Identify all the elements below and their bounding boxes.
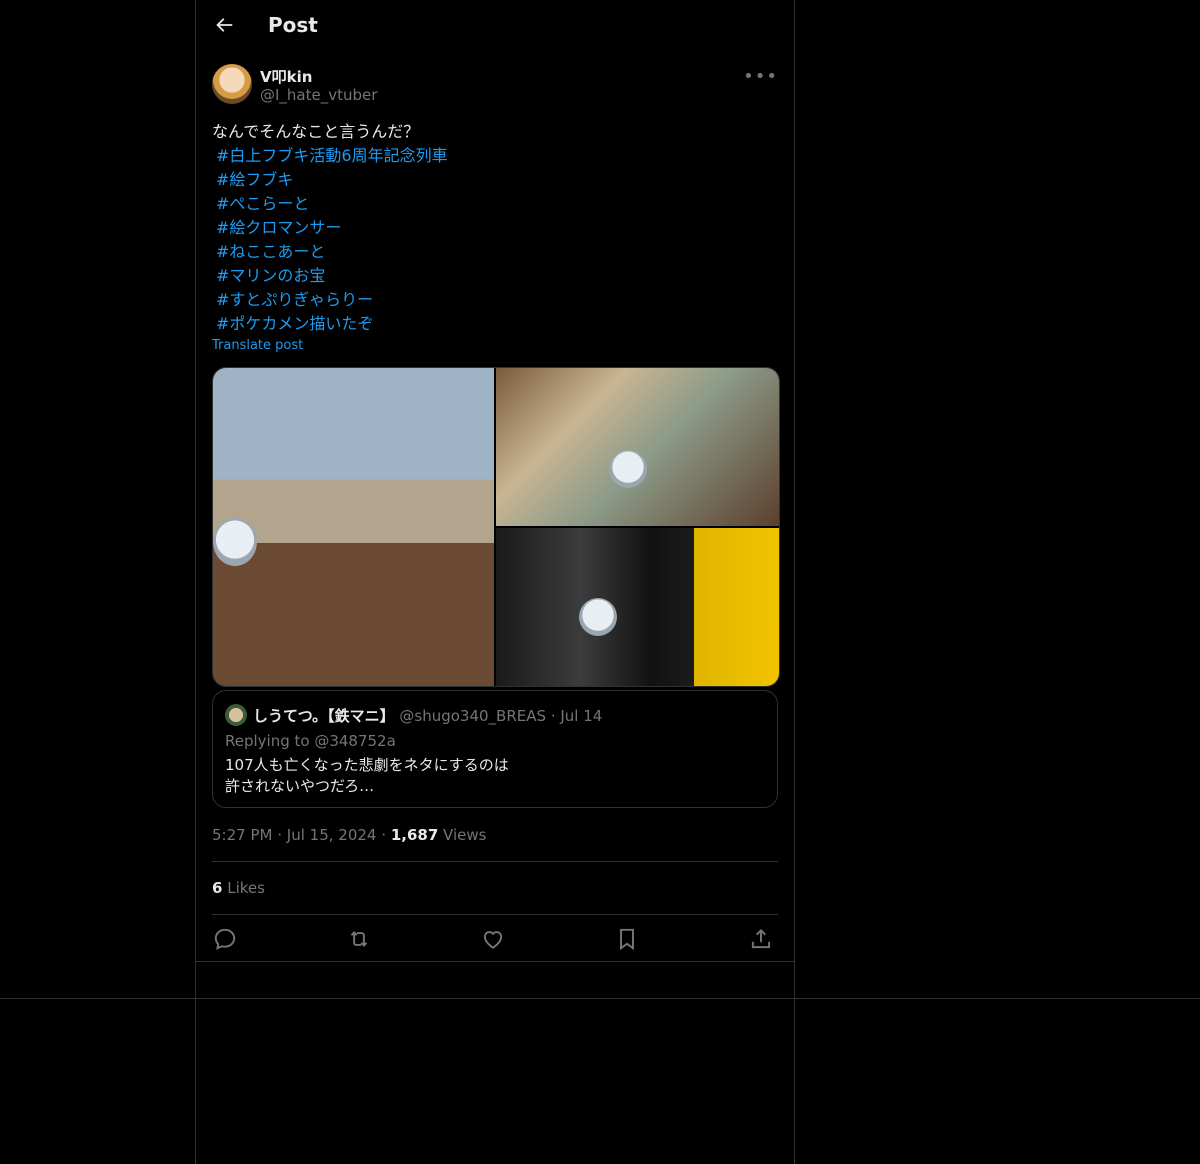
post-text: なんでそんなこと言うんだ？ #白上フブキ活動6周年記念列車 #絵フブキ #ぺこら… xyxy=(212,120,778,336)
meta-dot: · xyxy=(277,826,283,844)
character-sticker xyxy=(213,518,257,566)
post-bottom-border xyxy=(196,961,794,962)
avatar[interactable] xyxy=(212,64,252,104)
media-grid xyxy=(212,367,780,687)
page-title: Post xyxy=(268,13,318,37)
author-name[interactable]: V叩kin xyxy=(260,66,312,87)
post-body: なんでそんなこと言うんだ？ xyxy=(212,122,420,141)
horizontal-divider xyxy=(0,998,1200,999)
bookmark-icon[interactable] xyxy=(614,926,640,952)
views-label: Views xyxy=(443,826,487,844)
arrow-left-icon[interactable] xyxy=(213,14,235,36)
hashtag-link[interactable]: #絵フブキ xyxy=(212,168,778,192)
likes-count: 6 xyxy=(212,879,223,897)
hashtag-link[interactable]: #絵クロマンサー xyxy=(212,216,778,240)
reply-icon[interactable] xyxy=(212,926,238,952)
post-meta: 5:27 PM · Jul 15, 2024 · 1,687 Views xyxy=(212,826,486,844)
hashtag-link[interactable]: #ぺこらーと xyxy=(212,192,778,216)
author-handle[interactable]: @I_hate_vtuber xyxy=(260,86,377,104)
photo-train-crash-3[interactable] xyxy=(496,528,779,686)
character-sticker xyxy=(609,450,647,488)
post-header: Post xyxy=(196,0,794,53)
likes-link[interactable]: 6 Likes xyxy=(212,879,265,897)
quoted-replying-to: Replying to @348752a xyxy=(225,732,396,750)
post-time[interactable]: 5:27 PM xyxy=(212,826,272,844)
views-count: 1,687 xyxy=(390,826,439,844)
quoted-handle: @shugo340_BREAS xyxy=(399,707,547,725)
main-column: Post V叩kin @I_hate_vtuber ••• なんでそんなこと言う… xyxy=(195,0,795,1164)
hashtag-link[interactable]: #ポケカメン描いたぞ xyxy=(212,312,778,336)
character-sticker xyxy=(579,598,617,636)
author-row: V叩kin @I_hate_vtuber ••• xyxy=(212,64,778,108)
hashtag-link[interactable]: #ねここあーと xyxy=(212,240,778,264)
post-date[interactable]: Jul 15, 2024 xyxy=(287,826,377,844)
quoted-header: しうてつ。【鉄マニ】 @shugo340_BREAS · Jul 14 xyxy=(253,705,602,726)
quoted-post[interactable]: しうてつ。【鉄マニ】 @shugo340_BREAS · Jul 14 Repl… xyxy=(212,690,778,808)
quoted-dot: · xyxy=(550,707,556,725)
hashtag-link[interactable]: #白上フブキ活動6周年記念列車 xyxy=(212,144,778,168)
quoted-text: 107人も亡くなった悲劇をネタにするのは 許されないやつだろ… xyxy=(225,756,509,795)
likes-label: Likes xyxy=(227,879,265,897)
meta-dot: · xyxy=(381,826,387,844)
hashtag-link[interactable]: #マリンのお宝 xyxy=(212,264,778,288)
quoted-name: しうてつ。【鉄マニ】 xyxy=(253,707,395,725)
share-icon[interactable] xyxy=(748,926,774,952)
action-bar xyxy=(212,926,778,952)
hashtag-link[interactable]: #すとぷりぎゃらりー xyxy=(212,288,778,312)
photo-train-wreck-1[interactable] xyxy=(213,368,494,686)
divider xyxy=(212,914,778,915)
divider xyxy=(212,861,778,862)
photo-escalator-train[interactable] xyxy=(496,368,779,526)
repost-icon[interactable] xyxy=(346,926,372,952)
more-horizontal-icon[interactable]: ••• xyxy=(743,66,778,87)
quoted-date: Jul 14 xyxy=(560,707,603,725)
translate-post-link[interactable]: Translate post xyxy=(212,338,303,353)
like-icon[interactable] xyxy=(480,926,506,952)
quoted-avatar xyxy=(225,704,247,726)
